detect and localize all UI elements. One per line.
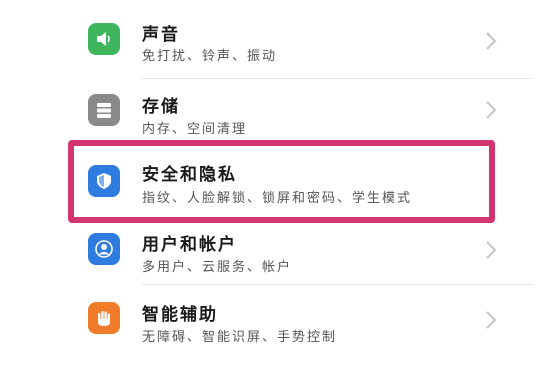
storage-subtitle: 内存、空间清理: [142, 122, 248, 137]
settings-item-smart-assistance[interactable]: 智能辅助 无障碍、智能识屏、手势控制: [0, 292, 550, 384]
storage-label: 存储: [142, 97, 180, 117]
divider: [142, 78, 532, 79]
sound-label: 声音: [142, 25, 180, 45]
users-accounts-label: 用户和帐户: [142, 235, 237, 255]
sound-subtitle: 免打扰、铃声、振动: [142, 49, 278, 64]
highlight-box: [68, 140, 495, 223]
settings-list: 声音 免打扰、铃声、振动 存储 内存、空间清理 安全和隐私 指纹、人脸解锁、锁屏…: [0, 0, 550, 365]
chevron-right-icon: [486, 311, 497, 329]
smart-assistance-label: 智能辅助: [142, 305, 218, 325]
storage-icon: [88, 94, 120, 126]
user-icon: [88, 233, 120, 265]
users-accounts-subtitle: 多用户、云服务、帐户: [142, 260, 293, 275]
speaker-icon: [88, 23, 120, 55]
smart-assistance-subtitle: 无障碍、智能识屏、手势控制: [142, 330, 338, 345]
divider: [142, 284, 532, 285]
chevron-right-icon: [486, 241, 497, 259]
chevron-right-icon: [486, 32, 497, 50]
settings-item-sound[interactable]: 声音 免打扰、铃声、振动: [0, 0, 550, 92]
hand-icon: [88, 302, 120, 334]
chevron-right-icon: [486, 101, 497, 119]
